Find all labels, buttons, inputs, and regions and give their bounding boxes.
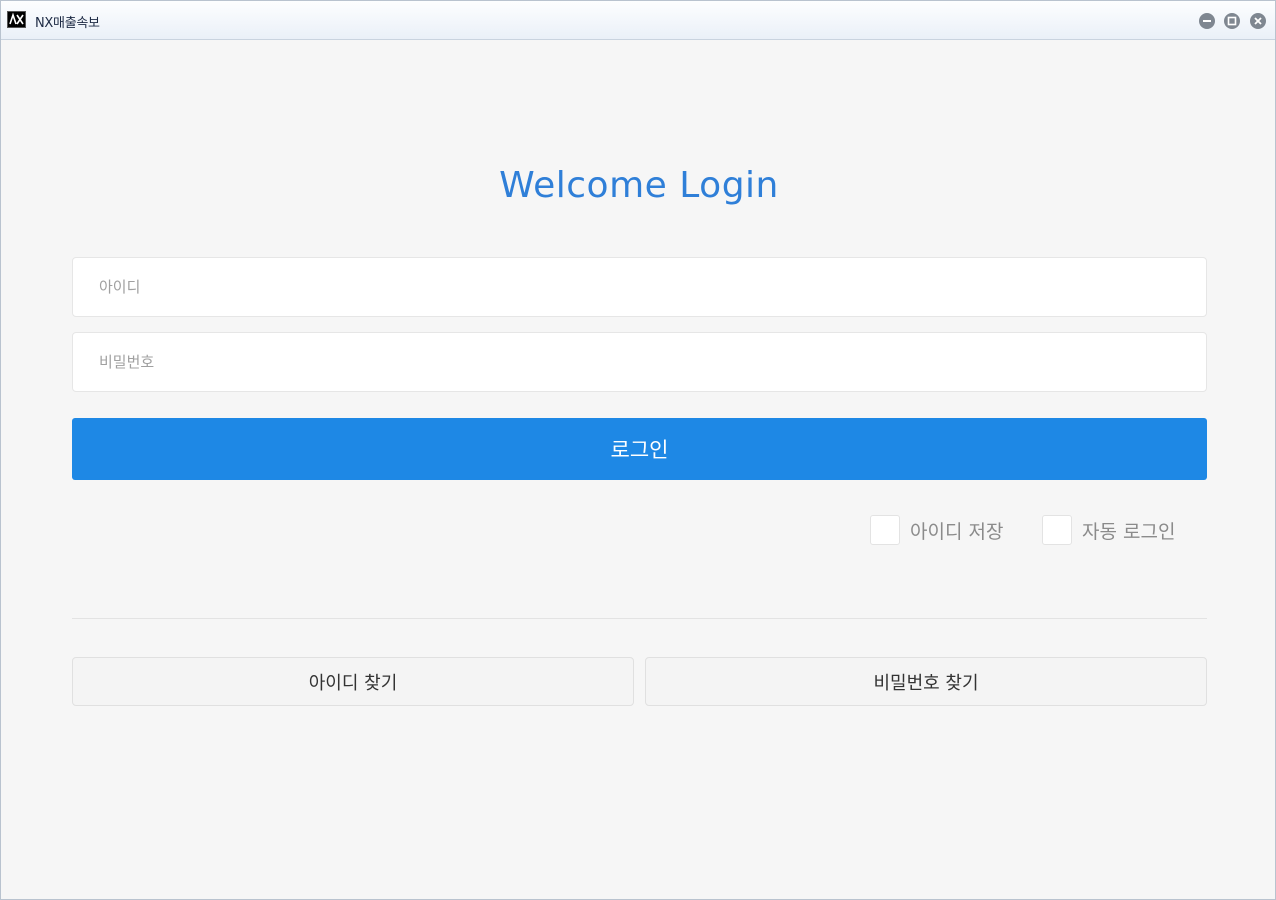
window-title: NX매출속보 <box>35 16 100 31</box>
maximize-icon[interactable] <box>1224 13 1240 29</box>
password-input[interactable] <box>72 332 1207 392</box>
close-icon[interactable] <box>1250 13 1266 29</box>
minimize-icon[interactable] <box>1199 13 1215 29</box>
welcome-heading: Welcome Login <box>499 165 779 206</box>
auto-login-checkbox[interactable] <box>1042 515 1072 545</box>
save-id-checkbox[interactable] <box>870 515 900 545</box>
login-button[interactable]: 로그인 <box>72 418 1207 480</box>
user-id-input[interactable] <box>72 257 1207 317</box>
find-password-button[interactable]: 비밀번호 찾기 <box>645 657 1207 706</box>
save-id-option[interactable]: 아이디 저장 <box>870 513 1003 547</box>
app-window: NX매출속보 Welcome Login 로그인 아이디 저장 자동 로그인 아… <box>0 0 1276 900</box>
app-logo-icon <box>7 11 26 28</box>
section-divider <box>72 618 1207 619</box>
auto-login-label: 자동 로그인 <box>1082 520 1176 543</box>
auto-login-option[interactable]: 자동 로그인 <box>1042 513 1175 547</box>
title-bar[interactable]: NX매출속보 <box>1 1 1275 40</box>
find-id-button[interactable]: 아이디 찾기 <box>72 657 634 706</box>
save-id-label: 아이디 저장 <box>910 520 1004 543</box>
